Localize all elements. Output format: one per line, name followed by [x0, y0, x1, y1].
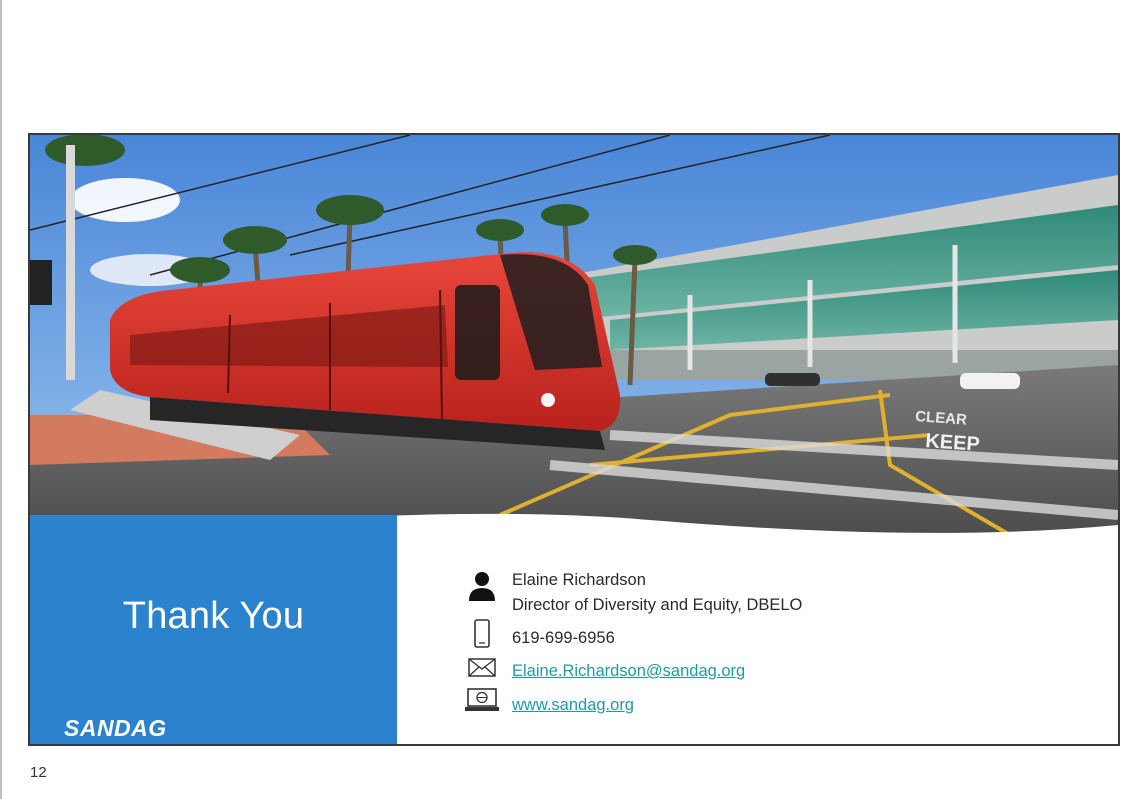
contact-phone: 619-699-6956: [512, 629, 615, 647]
person-icon: [469, 572, 495, 601]
page-number: 12: [30, 764, 47, 781]
slide: KEEP CLEAR Thank You SANDAG Elaine Richa…: [28, 133, 1120, 746]
contact-title: Director of Diversity and Equity, DBELO: [512, 596, 803, 614]
page-edge: [0, 0, 2, 799]
road-marking-keep: KEEP: [925, 430, 981, 456]
envelope-icon: [468, 658, 496, 677]
sandag-logo: SANDAG: [64, 715, 167, 741]
road-marking-clear: CLEAR: [915, 408, 968, 429]
laptop-icon: [465, 688, 499, 711]
mobile-phone-icon: [474, 619, 490, 648]
contact-name: Elaine Richardson: [512, 571, 646, 589]
contact-website-link[interactable]: www.sandag.org: [512, 696, 634, 715]
contact-email-link[interactable]: Elaine.Richardson@sandag.org: [512, 662, 745, 681]
thank-you-heading: Thank You: [122, 595, 305, 637]
